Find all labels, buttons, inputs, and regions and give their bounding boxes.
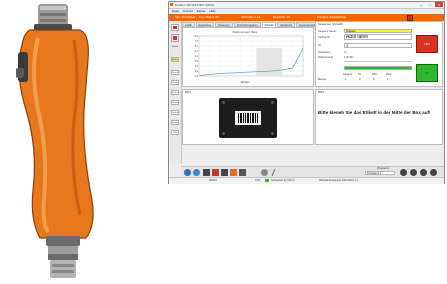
application-window: Carsten TM VISTORY (MCA) – □ × Datei Ans… xyxy=(168,1,445,184)
torque-chart-panel: Drehmoment (Nm) 8,0 7,0 6,0 5,0 4,0 3,0 2,0 1,0… xyxy=(182,27,314,87)
program-label: Programm xyxy=(377,167,390,170)
chart-x-axis-label: Winkel xyxy=(240,80,249,84)
back-icon[interactable] xyxy=(184,169,191,176)
counter-value-nok: 0 xyxy=(373,78,375,81)
sidebar-button-channel[interactable]: Kanal xyxy=(171,80,179,85)
header-item-type: Typ: Sklave 02 xyxy=(199,15,219,19)
status-counts: 0/0/0/1 xyxy=(209,179,217,182)
window-title: Carsten TM VISTORY (MCA) xyxy=(175,3,214,7)
chart-y-tick-label: 4,0 xyxy=(195,55,199,58)
electric-screwdriver-image xyxy=(16,4,94,278)
left-toolbar: Auftrag Schritt Kanal Prüfung Einstell. … xyxy=(169,21,182,164)
chart-y-tick-label: 3,0 xyxy=(195,60,199,63)
counter-value-rest: 1 xyxy=(387,78,389,81)
info-icon[interactable] xyxy=(193,169,200,176)
header-item-result: Ergebnis: 10 xyxy=(273,15,290,19)
status-header-bar: Info: Schrauber Typ: Sklave 02 Schrauben… xyxy=(169,14,444,21)
nav-first-icon[interactable] xyxy=(400,169,407,176)
counter-value-ok: 0 xyxy=(359,78,361,81)
bottom-toolbar: Programm Programm 1 xyxy=(181,166,444,177)
row-label-number: Nr. xyxy=(318,44,322,47)
status-bar: 0/0/0/1 0,00 Schrauber IQ VKU 1 MinimaLR… xyxy=(169,177,444,184)
sequence-name-field[interactable]: Testplan xyxy=(344,29,412,33)
instruction-message-panel: Bild 1 Bitte kleneb Sie das Etikett in d… xyxy=(315,89,443,145)
io-status-label: IO xyxy=(425,71,429,75)
counter-header-ok: IO xyxy=(358,73,361,76)
chart-y-tick-label: 1,0 xyxy=(195,70,199,73)
close-icon[interactable]: × xyxy=(435,2,443,7)
order-number-field[interactable]: Addi label xyxy=(344,34,412,40)
title-bar: Carsten TM VISTORY (MCA) – □ × xyxy=(169,2,444,9)
instruction-message-text: Bitte kleneb Sie das Etikett in der Mitt… xyxy=(318,110,431,115)
divider xyxy=(344,61,412,62)
sidebar-button-settings[interactable]: Einstell. xyxy=(171,100,179,105)
status-value: 0,00 xyxy=(255,179,261,182)
logo-icon xyxy=(171,24,179,31)
chart-y-tick-label: 5,0 xyxy=(195,50,199,53)
connection-ok-icon xyxy=(265,179,269,182)
sequence-info-panel: Sequenzen (Vorwahl) Sequenz Name Testpla… xyxy=(315,21,443,87)
sidebar-button-cycle[interactable]: Zyklus xyxy=(171,110,179,115)
status-tool: Schrauber IQ VKU 1 xyxy=(271,179,295,182)
progress-bar-fill xyxy=(345,67,411,69)
maximize-icon[interactable]: □ xyxy=(426,2,434,7)
barcode-label-icon xyxy=(235,111,261,125)
sidebar-button-export[interactable]: Export xyxy=(171,120,179,125)
row-label-screws: Schrauben xyxy=(318,51,331,54)
chart-y-tick-label: 8,0 xyxy=(195,35,199,38)
chart-title: Drehmoment (Nm) xyxy=(233,30,258,34)
panel-header: Sequenzen (Vorwahl) xyxy=(318,23,343,26)
row-label-order-number: Auftrag-Nr. xyxy=(318,36,331,39)
document-icon[interactable] xyxy=(221,169,228,176)
torque-chart: Drehmoment (Nm) 8,0 7,0 6,0 5,0 4,0 3,0 2,0 1,0… xyxy=(195,30,304,84)
header-item-screws: Schrauben: IQ xyxy=(241,15,261,19)
counter-header-nok: NIO xyxy=(372,73,377,76)
program-select[interactable]: Programm 1 xyxy=(365,171,395,175)
black-box-photo xyxy=(219,98,277,138)
row-label-torque: Drehmoment xyxy=(318,56,333,59)
nav-prev-icon[interactable] xyxy=(410,169,417,176)
header-item-info: Info: Schrauber xyxy=(175,15,196,19)
stop-small-icon[interactable] xyxy=(171,34,179,42)
tool-settings-icon[interactable] xyxy=(203,169,210,176)
pen-icon[interactable] xyxy=(271,169,276,176)
chart-y-tick-label: 6,0 xyxy=(195,45,199,48)
settings-icon[interactable] xyxy=(261,169,268,176)
alert-icon[interactable] xyxy=(212,169,219,176)
tool-bottom-collar xyxy=(46,236,80,246)
chart-y-tick-label: 7,0 xyxy=(195,40,199,43)
tools-icon[interactable] xyxy=(230,169,237,176)
nio-status-label: NIO xyxy=(424,42,430,46)
status-host: MinimaLR Hammer 192.168.0.1 1 xyxy=(319,179,358,182)
chart-y-tick-label: 2,0 xyxy=(195,65,199,68)
screws-value: 1x xyxy=(344,51,347,54)
nav-next-icon[interactable] xyxy=(420,169,427,176)
image-panel-label: Bild 1 xyxy=(185,91,192,94)
work-instruction-image-panel: Bild 1 xyxy=(182,89,314,145)
header-item-state: Zustand: Auslieferung xyxy=(317,15,347,19)
counter-value-total: 1 xyxy=(345,78,347,81)
list-icon[interactable] xyxy=(239,169,246,176)
torque-value: 1,40 Nm xyxy=(344,56,354,59)
counter-row-label: Menge xyxy=(318,78,326,81)
minimize-icon[interactable]: – xyxy=(417,2,425,7)
counter-header-total: Gesamt xyxy=(343,73,353,76)
nio-status-button[interactable]: NIO xyxy=(416,35,438,53)
tool-orange-housing xyxy=(18,29,94,239)
io-status-button[interactable]: IO xyxy=(416,64,438,82)
sidebar-button-check[interactable]: Prüfung xyxy=(171,90,179,95)
counter-header-rest: Rest xyxy=(386,73,392,76)
number-field[interactable]: 3 xyxy=(344,43,412,48)
message-panel-label: Bild 1 xyxy=(318,91,325,94)
chart-y-tick-label: 0,0 xyxy=(195,75,199,78)
row-label-sequence-name: Sequenz Name xyxy=(318,30,336,33)
sidebar-button-order[interactable]: Auftrag xyxy=(171,57,179,62)
sidebar-button-step[interactable]: Schritt xyxy=(171,70,179,75)
sidebar-button-help[interactable]: Hilfe xyxy=(171,130,179,135)
progress-bar xyxy=(344,66,412,70)
separator-line xyxy=(172,46,178,47)
nav-last-icon[interactable] xyxy=(430,169,437,176)
app-icon xyxy=(170,3,173,6)
